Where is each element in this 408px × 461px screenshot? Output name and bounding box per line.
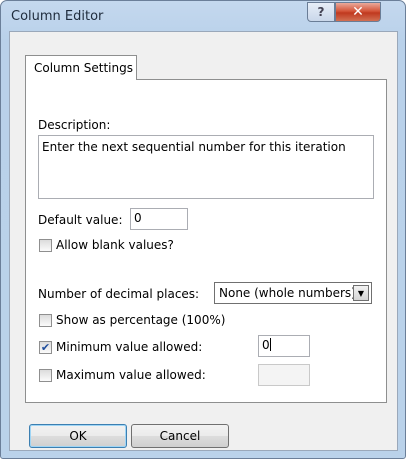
cancel-button[interactable]: Cancel — [131, 424, 229, 448]
column-editor-dialog: Column Editor ? ✕ Column Settings Descri… — [0, 0, 406, 459]
title-bar[interactable]: Column Editor ? ✕ — [1, 1, 405, 31]
dropdown-arrow-button[interactable]: ▼ — [353, 285, 369, 301]
min-value-text: 0 — [262, 338, 270, 352]
max-value-checkbox[interactable] — [39, 369, 52, 382]
decimal-places-label: Number of decimal places: — [38, 287, 200, 301]
close-button[interactable]: ✕ — [335, 2, 381, 22]
description-textarea[interactable]: Enter the next sequential number for thi… — [38, 135, 374, 199]
min-value-input[interactable]: 0 — [258, 335, 310, 357]
dialog-client-area: Column Settings Description: Enter the n… — [9, 31, 398, 451]
default-value-input[interactable]: 0 — [130, 208, 188, 230]
description-label: Description: — [38, 118, 111, 132]
tab-column-settings[interactable]: Column Settings — [25, 55, 137, 80]
decimal-places-value: None (whole numbers) — [219, 286, 356, 300]
show-percentage-label: Show as percentage (100%) — [56, 313, 226, 327]
allow-blank-label: Allow blank values? — [56, 238, 174, 252]
help-button[interactable]: ? — [307, 2, 335, 22]
help-icon: ? — [317, 5, 325, 19]
show-percentage-checkbox[interactable] — [39, 314, 52, 327]
chevron-down-icon: ▼ — [357, 288, 365, 298]
ok-button[interactable]: OK — [29, 424, 127, 448]
window-title: Column Editor — [11, 9, 104, 24]
check-icon: ✔ — [40, 341, 51, 354]
default-value-label: Default value: — [38, 213, 123, 227]
min-value-checkbox[interactable]: ✔ — [39, 341, 52, 354]
text-cursor — [269, 338, 271, 351]
max-value-input[interactable] — [258, 364, 310, 386]
max-value-label: Maximum value allowed: — [56, 368, 206, 382]
column-settings-panel: Description: Enter the next sequential n… — [25, 79, 387, 403]
decimal-places-select[interactable]: None (whole numbers) ▼ — [214, 282, 372, 304]
min-value-label: Minimum value allowed: — [56, 340, 203, 354]
close-icon: ✕ — [352, 4, 364, 20]
allow-blank-checkbox[interactable] — [39, 239, 52, 252]
